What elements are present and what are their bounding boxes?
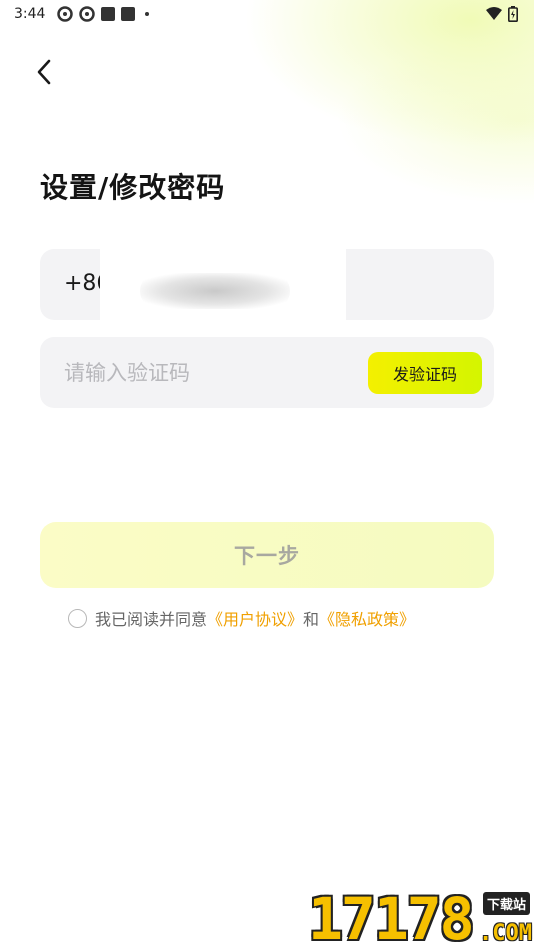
- redacted-phone-number: [100, 249, 346, 333]
- watermark-digits: 17178: [308, 885, 475, 950]
- watermark-domain: .COM: [479, 921, 532, 946]
- back-chevron-icon: [37, 59, 51, 85]
- back-button[interactable]: [28, 56, 60, 88]
- verification-code-input[interactable]: [64, 357, 354, 389]
- agreement-conjunction: 和: [303, 610, 320, 629]
- send-code-button[interactable]: 发验证码: [368, 352, 482, 394]
- site-watermark-logo: 17178 下载站 .COM: [308, 888, 534, 950]
- app-notification-icon: [101, 7, 116, 21]
- user-agreement-link[interactable]: 《用户协议》: [207, 606, 303, 630]
- privacy-policy-link[interactable]: 《隐私政策》: [319, 606, 415, 630]
- battery-icon: [508, 6, 518, 22]
- wifi-icon: [486, 7, 502, 20]
- verification-code-field: 发验证码: [40, 337, 494, 408]
- phone-field[interactable]: +86: [40, 249, 494, 333]
- more-notifications-icon: [145, 12, 150, 16]
- app-notification-icon: [57, 6, 74, 22]
- agreement-radio[interactable]: [68, 608, 87, 628]
- next-step-button[interactable]: 下一步: [40, 522, 494, 588]
- agreement-row: 我已阅读并同意 《用户协议》 和 《隐私政策》: [68, 606, 415, 630]
- app-notification-icon: [121, 7, 136, 21]
- status-bar: 3:44: [0, 0, 534, 28]
- redacted-phone-blur: [140, 273, 290, 309]
- agreement-text: 我已阅读并同意: [95, 610, 208, 629]
- app-notification-icon: [79, 6, 96, 22]
- page-title: 设置/修改密码: [40, 171, 226, 204]
- status-notification-icons: [57, 6, 150, 22]
- status-time: 3:44: [14, 6, 46, 22]
- status-right-icons: [486, 6, 518, 22]
- watermark-badge: 下载站: [482, 892, 530, 915]
